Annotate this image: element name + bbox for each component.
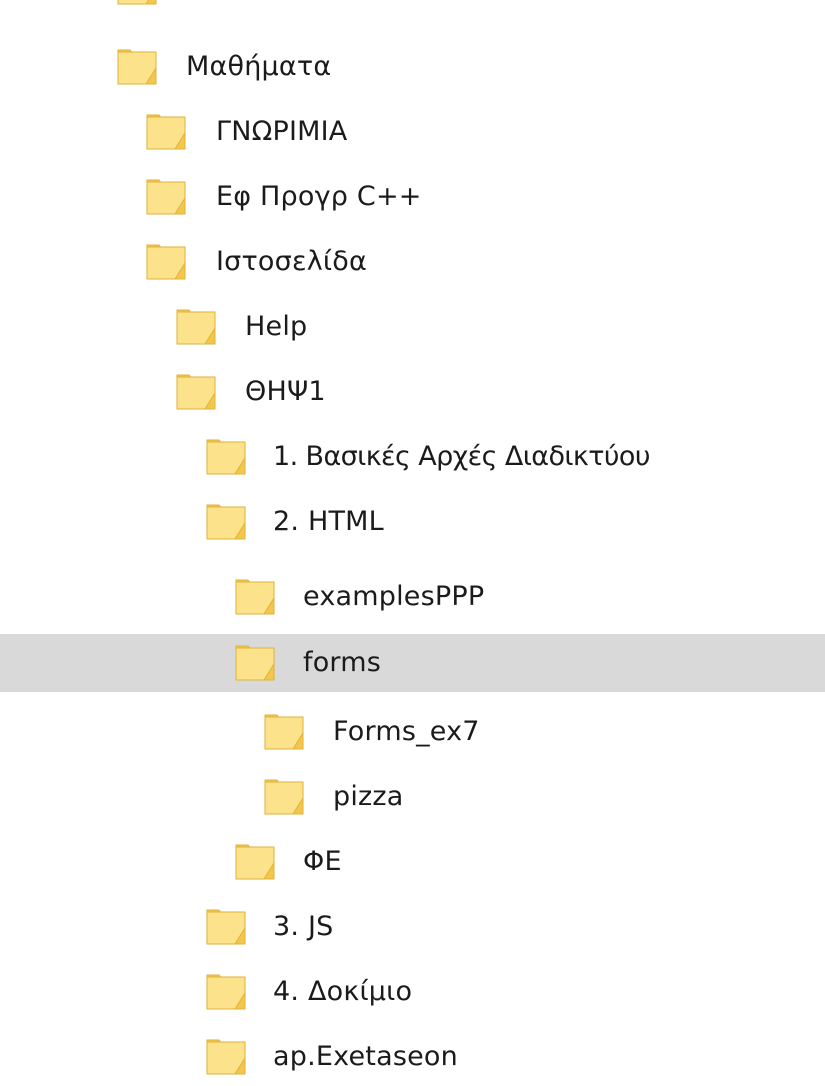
tree-item-label: Forms_ex7: [333, 716, 480, 747]
tree-item-fe[interactable]: ΦΕ: [0, 833, 825, 891]
folder-icon: [145, 241, 187, 281]
tree-item-label: 3. JS: [273, 911, 334, 942]
tree-item-label: forms: [303, 647, 382, 678]
folder-icon: [145, 176, 187, 216]
tree-item-label: ΘΗΨ1: [245, 376, 326, 407]
folder-tree: Μαθήματα ΓΝΩΡΙΜΙΑ Εφ Προγρ C++ Ιστοσελίδ…: [0, 0, 825, 1085]
folder-icon: [234, 841, 276, 881]
tree-item-forms[interactable]: forms: [0, 634, 825, 692]
tree-item-label: 2. HTML: [273, 506, 384, 537]
tree-item-vasikes-arxes[interactable]: 1. Βασικές Αρχές Διαδικτύου: [0, 428, 825, 486]
tree-item-help[interactable]: Help: [0, 298, 825, 356]
tree-item-label: Μαθήματα: [186, 51, 332, 82]
folder-icon: [263, 776, 305, 816]
tree-item-label: pizza: [333, 781, 404, 812]
tree-item-label: Help: [245, 311, 308, 342]
folder-icon: [145, 111, 187, 151]
folder-icon: [205, 436, 247, 476]
tree-item-forms-ex7[interactable]: Forms_ex7: [0, 703, 825, 761]
tree-item-gnorimia[interactable]: ΓΝΩΡΙΜΙΑ: [0, 103, 825, 161]
folder-icon: [234, 642, 276, 682]
tree-item-efprogr-cpp[interactable]: Εφ Προγρ C++: [0, 168, 825, 226]
tree-item-label: 4. Δοκίμιο: [273, 976, 413, 1007]
tree-item-label: ΓΝΩΡΙΜΙΑ: [216, 116, 348, 147]
folder-icon: [234, 576, 276, 616]
folder-icon: [116, 0, 158, 6]
folder-icon: [205, 1036, 247, 1076]
folder-icon: [205, 906, 247, 946]
folder-icon: [175, 371, 217, 411]
tree-item-dokimio[interactable]: 4. Δοκίμιο: [0, 963, 825, 1021]
tree-item-istoselida[interactable]: Ιστοσελίδα: [0, 233, 825, 291]
tree-item-label: 1. Βασικές Αρχές Διαδικτύου: [273, 441, 650, 472]
tree-item-label: examplesPPP: [303, 581, 485, 612]
folder-icon: [205, 501, 247, 541]
folder-icon: [263, 711, 305, 751]
folder-icon: [175, 306, 217, 346]
tree-item-thps1[interactable]: ΘΗΨ1: [0, 363, 825, 421]
tree-item-js[interactable]: 3. JS: [0, 898, 825, 956]
tree-item-label: ΦΕ: [303, 846, 342, 877]
tree-item-pizza[interactable]: pizza: [0, 768, 825, 826]
folder-icon: [116, 46, 158, 86]
tree-item-label: Ιστοσελίδα: [216, 246, 367, 277]
tree-item-mathimata[interactable]: Μαθήματα: [0, 38, 825, 96]
tree-item-partial[interactable]: [0, 0, 825, 16]
tree-item-examplesppp[interactable]: examplesPPP: [0, 568, 825, 626]
tree-item-ap-exetaseon[interactable]: ap.Exetaseon: [0, 1028, 825, 1086]
folder-icon: [205, 971, 247, 1011]
tree-item-label: Εφ Προγρ C++: [216, 181, 422, 212]
tree-item-label: ap.Exetaseon: [273, 1041, 458, 1072]
tree-item-html[interactable]: 2. HTML: [0, 493, 825, 551]
